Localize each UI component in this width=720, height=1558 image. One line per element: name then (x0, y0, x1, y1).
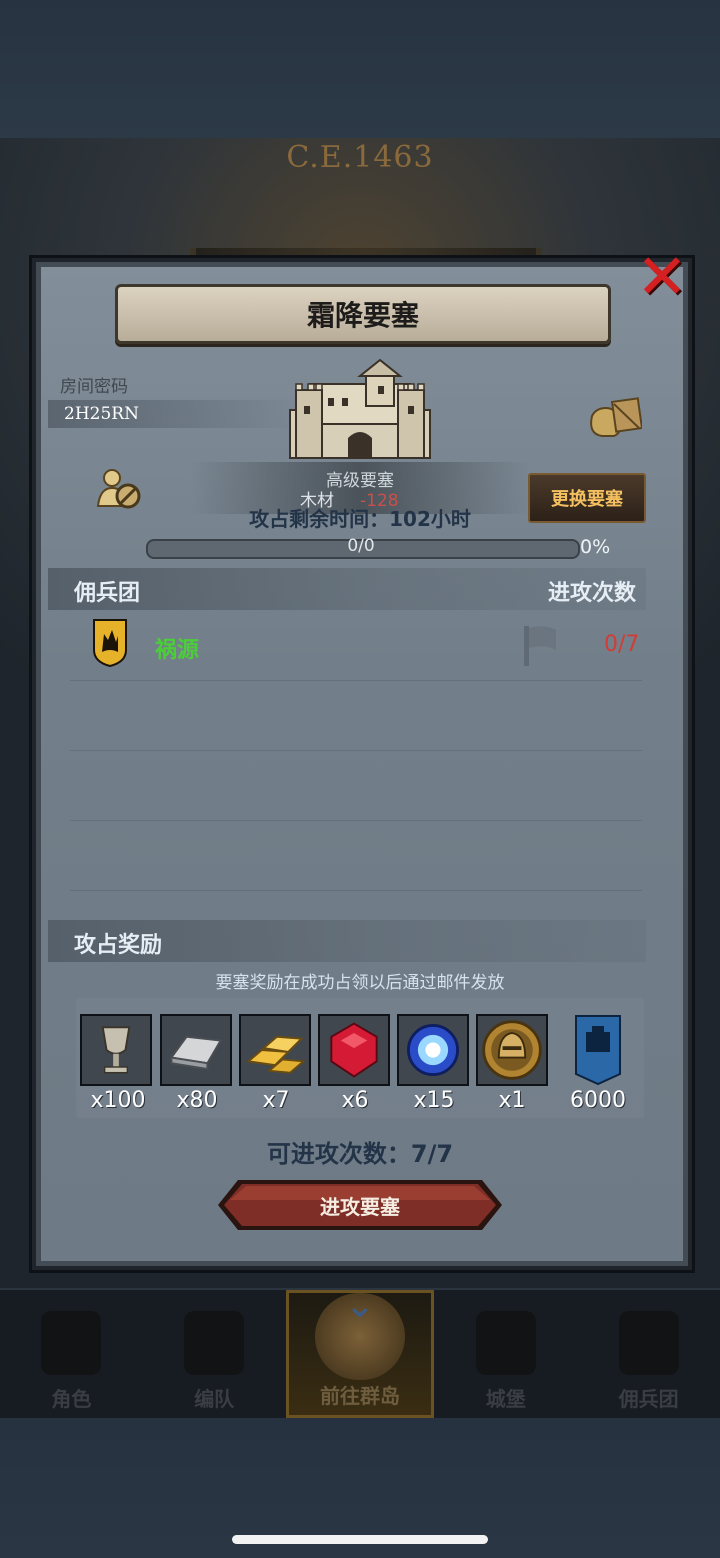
list-divider (70, 750, 642, 751)
nav-item-formation[interactable]: 编队 (143, 1290, 286, 1418)
reward-qty: x6 (341, 1088, 369, 1113)
attack-fortress-button[interactable]: 进攻要塞 (216, 1178, 504, 1232)
nav-label: 城堡 (485, 1387, 526, 1411)
helmet-medal-icon[interactable] (476, 1014, 548, 1086)
room-code-label: 房间密码 (60, 377, 128, 397)
castle-icon (475, 1311, 536, 1375)
nav-label: 佣兵团 (618, 1387, 679, 1411)
list-divider (70, 680, 642, 681)
progress-percent: 0% (580, 536, 611, 558)
loot-bag-icon[interactable] (584, 394, 642, 438)
helmet-icon (184, 1311, 245, 1375)
dialog-title: 霜降要塞 (115, 284, 611, 344)
reward-qty: x100 (90, 1088, 146, 1113)
nav-item-castle[interactable]: 城堡 (434, 1290, 577, 1418)
bottom-nav: 角色 编队 ⌄ 前往群岛 城堡 佣兵团 (0, 1285, 720, 1418)
nav-item-role[interactable]: 角色 (0, 1290, 143, 1418)
reward-qty: x15 (413, 1088, 455, 1113)
nav-item-mercenary[interactable]: 佣兵团 (577, 1290, 720, 1418)
chevron-down-icon: ⌄ (344, 1285, 376, 1326)
close-button[interactable]: ✕ (636, 246, 688, 308)
reward-qty: x1 (498, 1088, 526, 1113)
attacks-column-header: 进攻次数 (548, 581, 637, 606)
rewards-note: 要塞奖励在成功占领以后通过邮件发放 (215, 973, 505, 993)
mercenary-icon (618, 1311, 679, 1375)
mercenary-name[interactable]: 祸源 (155, 632, 199, 664)
reward-qty: x80 (176, 1088, 218, 1113)
flag-icon (524, 626, 556, 666)
reward-qty: x7 (262, 1088, 290, 1113)
iron-ingot-icon[interactable] (160, 1014, 232, 1086)
swap-fortress-button[interactable]: 更换要塞 (528, 473, 646, 523)
attack-fortress-label: 进攻要塞 (320, 1195, 400, 1219)
list-divider (70, 820, 642, 821)
home-indicator[interactable] (232, 1535, 488, 1544)
wolf-emblem-icon (93, 619, 127, 668)
fortress-image (289, 358, 431, 459)
rewards-section-title: 攻占奖励 (74, 933, 163, 958)
mercenary-section-title: 佣兵团 (74, 581, 141, 606)
nav-item-islands[interactable]: ⌄ 前往群岛 (285, 1285, 435, 1418)
close-icon: ✕ (636, 240, 688, 313)
goblet-icon[interactable] (80, 1014, 152, 1086)
era-label: C.E.1463 (286, 140, 434, 175)
status-area (0, 0, 720, 138)
reward-qty: 6000 (570, 1088, 626, 1113)
nav-label: 角色 (51, 1387, 92, 1411)
mercenary-attack-count: 0/7 (604, 632, 640, 657)
progress-text: 0/0 (347, 536, 375, 556)
fortress-banner-icon[interactable] (574, 1014, 622, 1086)
nav-label: 前往群岛 (319, 1384, 400, 1408)
gold-bars-icon[interactable] (239, 1014, 311, 1086)
ruby-icon[interactable] (318, 1014, 390, 1086)
list-divider (70, 890, 642, 891)
remaining-attempts: 可进攻次数：7/7 (266, 1140, 454, 1168)
crystal-orb-icon[interactable] (397, 1014, 469, 1086)
room-code: 2H25RN (48, 400, 304, 428)
nav-label: 编队 (194, 1387, 235, 1411)
knight-icon (41, 1311, 102, 1375)
